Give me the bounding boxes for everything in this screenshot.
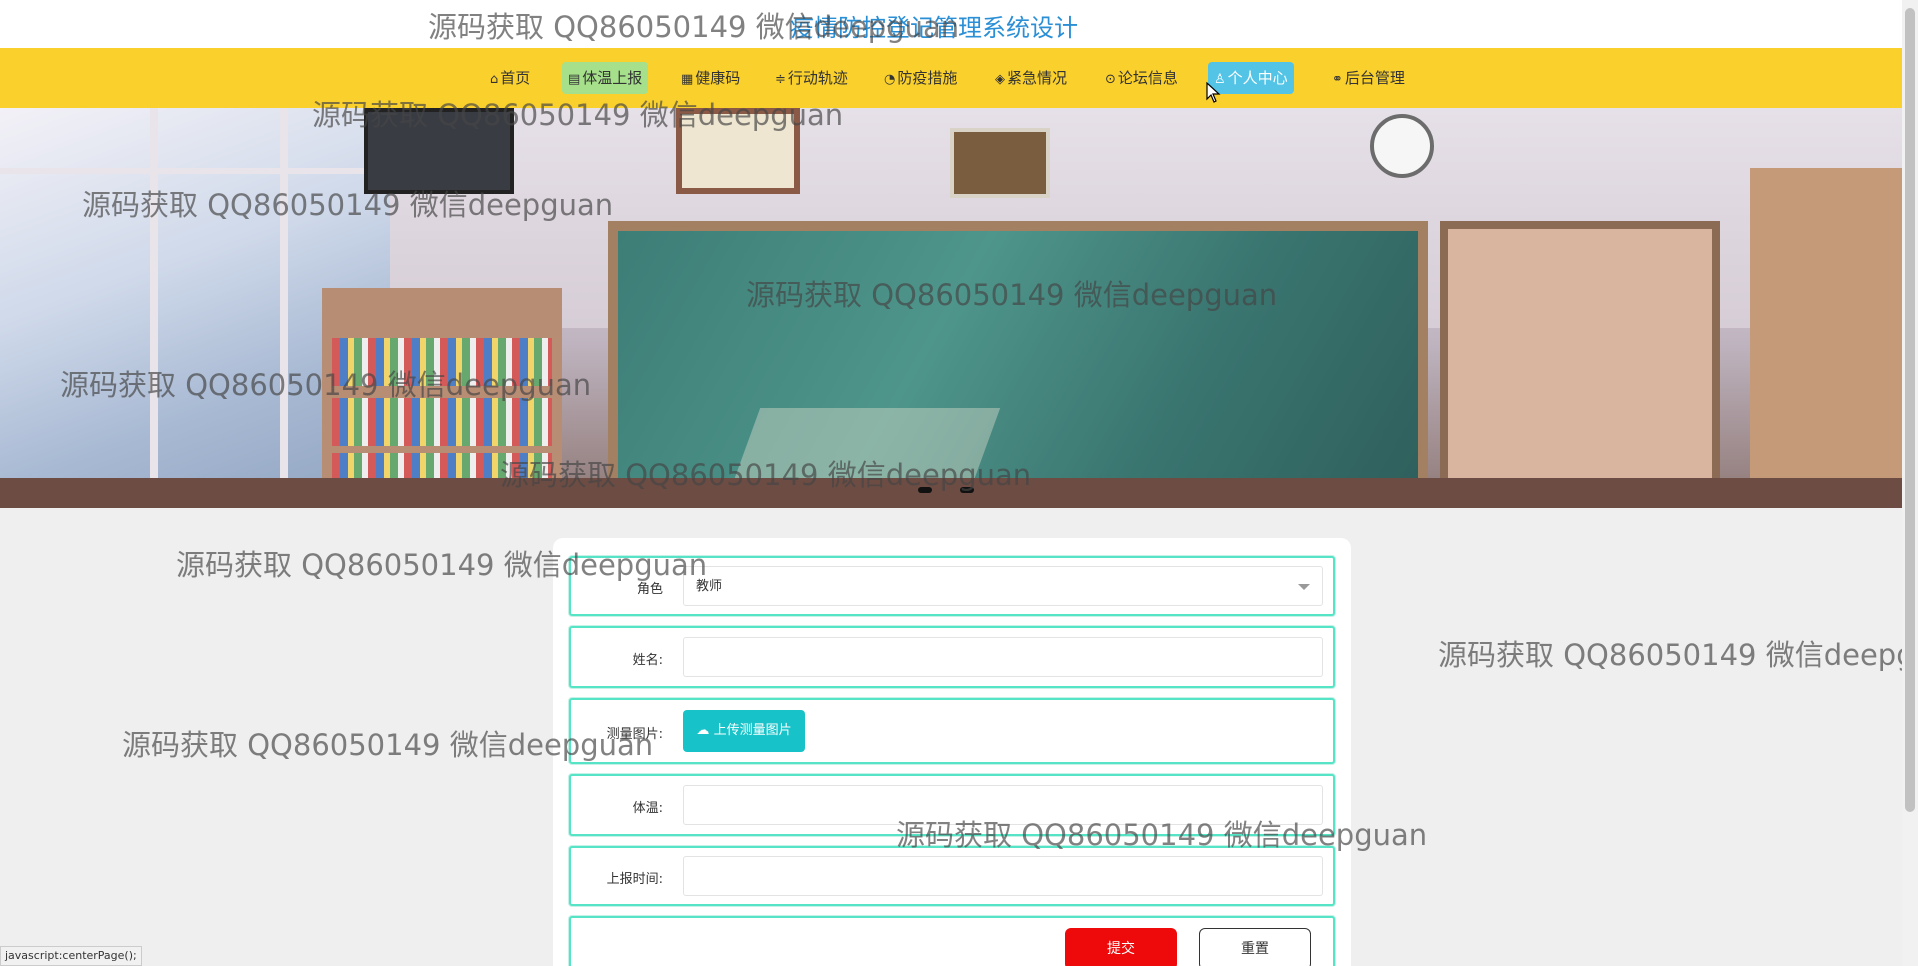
nav-item-emergency[interactable]: ◈ 紧急情况	[989, 62, 1073, 94]
upload-photo-button[interactable]: ☁ 上传测量图片	[683, 710, 805, 752]
watermark: 源码获取 QQ86050149 微信deepguan	[1438, 638, 1902, 672]
nav-item-health-code[interactable]: ▦ 健康码	[675, 62, 746, 94]
nav-item-label: 首页	[500, 69, 531, 87]
title-bar: 疫情防控登记管理系统设计	[0, 0, 1902, 48]
nav-item-label: 紧急情况	[1007, 69, 1068, 87]
banner-speaker	[950, 128, 1050, 198]
banner-noticeboard	[1440, 221, 1720, 489]
cloud-upload-icon: ☁	[696, 723, 710, 738]
nav-item-label: 行动轨迹	[787, 69, 848, 87]
gauge-icon: ◔	[884, 72, 896, 87]
scrollbar-thumb[interactable]	[1905, 8, 1915, 812]
mouse-cursor-icon	[1206, 82, 1221, 103]
nav-item-temperature-report[interactable]: ▤ 体温上报	[562, 62, 649, 94]
nav-item-home[interactable]: ⌂ 首页	[484, 62, 536, 94]
chat-icon: ⊙	[1105, 72, 1116, 87]
report-time-input[interactable]	[683, 856, 1323, 896]
form-row-photo: 测量图片: ☁ 上传测量图片	[569, 698, 1335, 764]
page-scrollbar[interactable]	[1902, 0, 1918, 966]
nav-item-label: 体温上报	[582, 69, 643, 87]
photo-label: 测量图片:	[606, 727, 663, 742]
report-time-label: 上报时间:	[606, 872, 663, 887]
banner-carousel	[0, 108, 1902, 508]
nav-item-label: 论坛信息	[1117, 69, 1178, 87]
nav-item-label: 健康码	[695, 69, 741, 87]
name-label: 姓名:	[632, 653, 663, 668]
banner-tv	[364, 108, 514, 194]
form-row-actions: 提交 重置	[569, 916, 1335, 966]
form-row-name: 姓名:	[569, 626, 1335, 688]
clock-icon	[1370, 114, 1434, 178]
submit-button[interactable]: 提交	[1065, 928, 1177, 966]
form-row-role: 角色 教师	[569, 556, 1335, 616]
role-select-value: 教师	[696, 579, 723, 594]
carousel-dot[interactable]	[960, 487, 974, 493]
nav-item-measures[interactable]: ◔ 防疫措施	[878, 62, 963, 94]
form-row-report-time: 上报时间:	[569, 846, 1335, 906]
banner-door	[1750, 168, 1902, 508]
banner-certificate	[676, 108, 800, 194]
banner-bookshelf	[322, 288, 562, 508]
sliders-icon: ≑	[775, 72, 786, 87]
nav-item-trajectory[interactable]: ≑ 行动轨迹	[769, 62, 854, 94]
link-icon: ⚭	[1332, 72, 1343, 87]
home-icon: ⌂	[490, 72, 499, 87]
carousel-dot[interactable]	[918, 487, 932, 493]
nav-item-label: 防疫措施	[897, 69, 958, 87]
chevron-down-icon	[1298, 584, 1310, 590]
temperature-label: 体温:	[632, 801, 663, 816]
temperature-report-form: 角色 教师 姓名: 测量图片: ☁ 上传测量图片 体温: 上报时间: 提交 重置	[553, 538, 1351, 966]
nav-item-admin[interactable]: ⚭ 后台管理	[1326, 62, 1411, 94]
document-icon: ▤	[568, 72, 581, 87]
layers-icon: ◈	[995, 72, 1005, 87]
name-input[interactable]	[683, 637, 1323, 677]
temperature-input[interactable]	[683, 785, 1323, 825]
role-label: 角色	[636, 582, 663, 597]
banner-blackboard	[608, 221, 1428, 489]
browser-status-bar: javascript:centerPage();	[0, 946, 142, 966]
nav-item-label: 个人中心	[1227, 69, 1288, 87]
main-nav: ⌂ 首页 ▤ 体温上报 ▦ 健康码 ≑ 行动轨迹 ◔ 防疫措施 ◈ 紧急情况 ⊙ 论坛信息 ♙…	[0, 48, 1902, 108]
upload-photo-button-label: 上传测量图片	[713, 723, 792, 738]
form-row-temperature: 体温:	[569, 774, 1335, 836]
role-select[interactable]: 教师	[683, 566, 1323, 606]
carousel-indicators	[918, 478, 1002, 497]
nav-item-label: 后台管理	[1344, 69, 1405, 87]
calendar-icon: ▦	[681, 72, 694, 87]
reset-button[interactable]: 重置	[1199, 928, 1311, 966]
nav-item-forum[interactable]: ⊙ 论坛信息	[1099, 62, 1184, 94]
site-title: 疫情防控登记管理系统设计	[790, 14, 1078, 42]
